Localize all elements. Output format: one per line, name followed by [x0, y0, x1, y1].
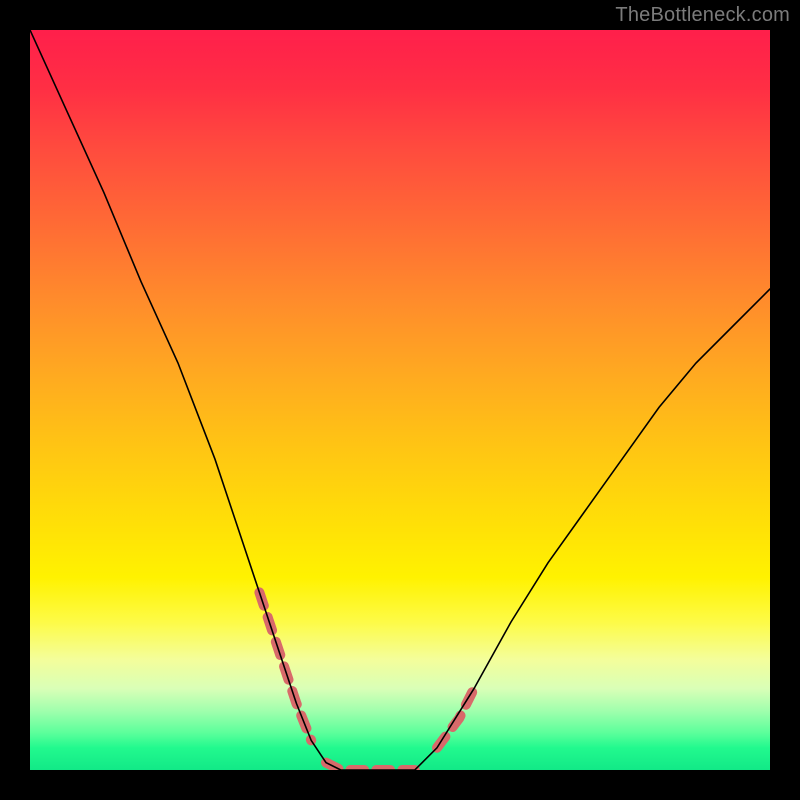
highlight-segments	[259, 592, 474, 770]
watermark-text: TheBottleneck.com	[615, 4, 790, 27]
chart-frame: TheBottleneck.com	[0, 0, 800, 800]
plot-area	[30, 30, 770, 770]
chart-svg	[30, 30, 770, 770]
bottleneck-curve	[30, 30, 770, 770]
